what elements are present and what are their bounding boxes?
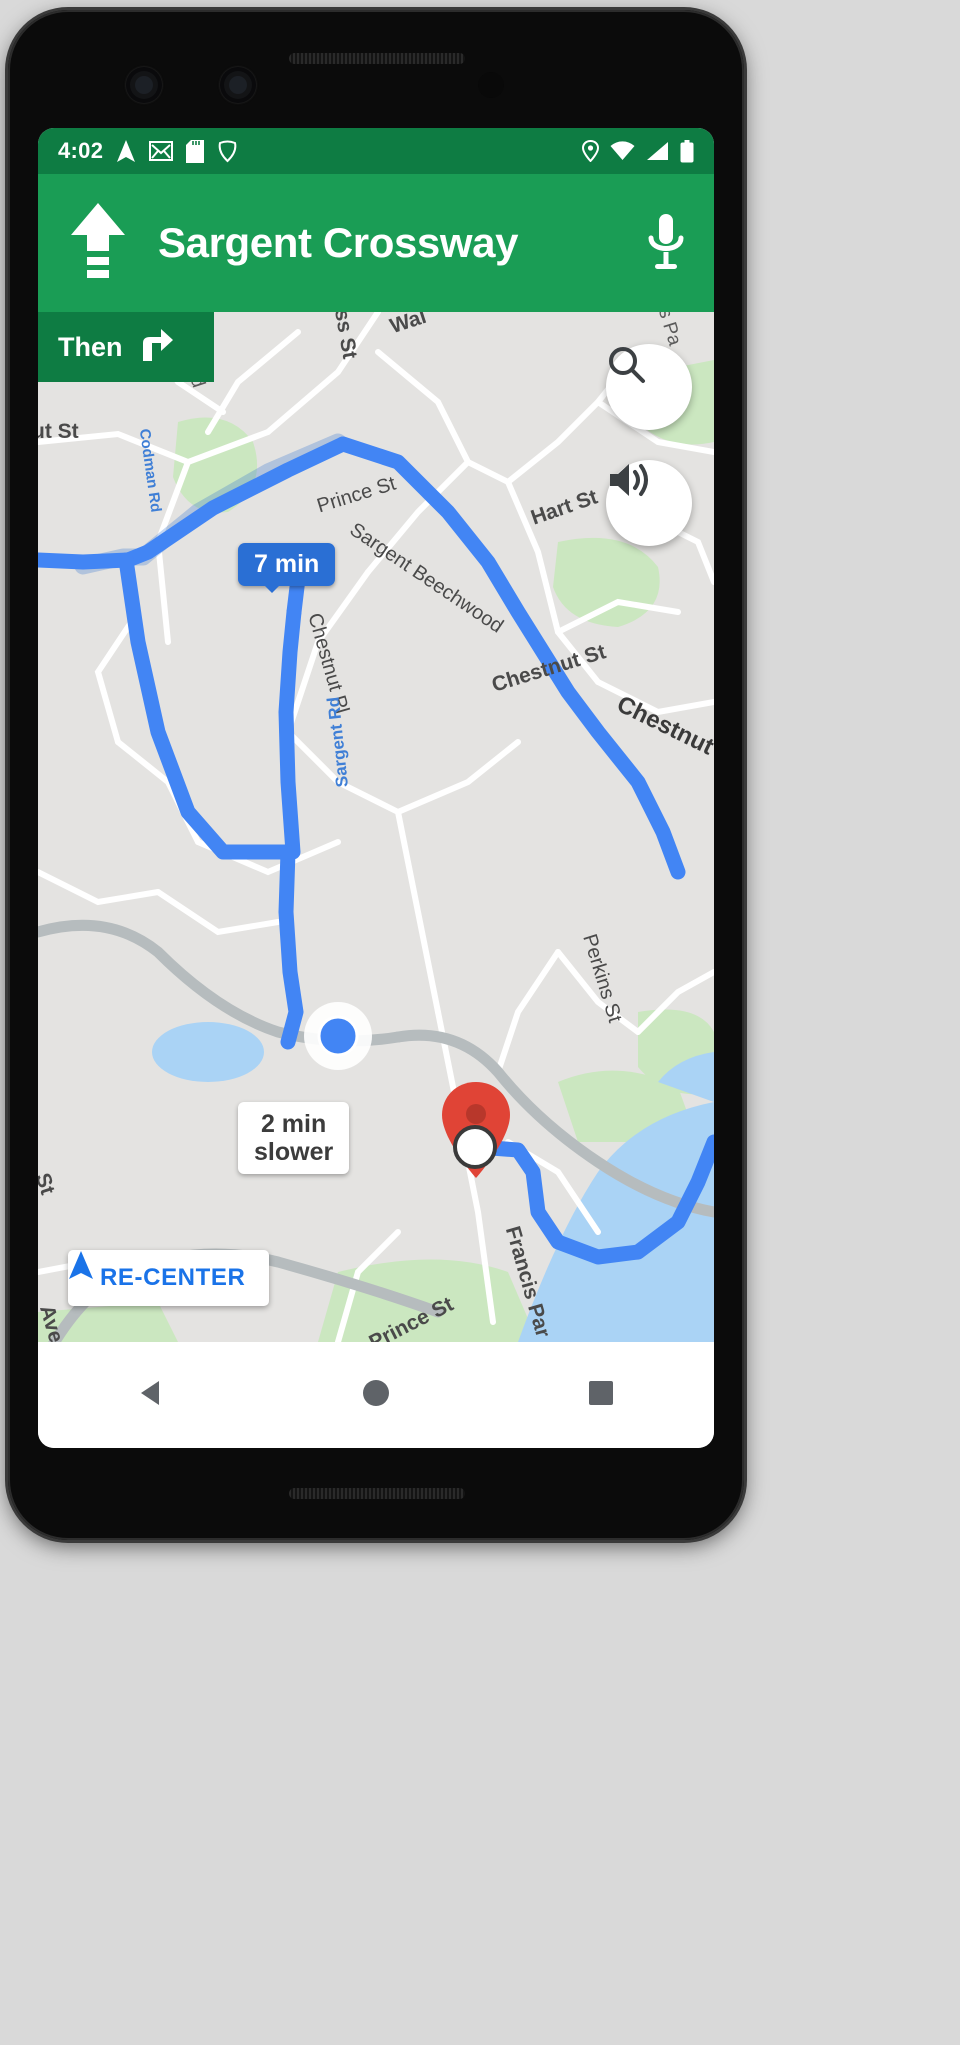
recenter-button[interactable]: RE-CENTER	[68, 1250, 270, 1306]
straight-ahead-arrow-icon	[38, 201, 158, 285]
alt-route-callout-line2: slower	[254, 1138, 334, 1166]
then-label: Then	[58, 331, 123, 362]
signal-icon	[646, 141, 669, 161]
recenter-label: RE-CENTER	[100, 1264, 246, 1291]
shield-icon	[217, 140, 238, 163]
phone-screen: 4:02 Sargent Crossway Wal ss St ut St Co…	[38, 128, 714, 1448]
home-button[interactable]	[316, 1355, 436, 1435]
status-bar-right	[582, 139, 714, 163]
battery-icon	[680, 139, 694, 163]
recents-square-icon	[586, 1378, 616, 1413]
navigation-arrow-icon	[116, 139, 136, 163]
bottom-speaker-grille	[289, 1488, 465, 1499]
sd-card-icon	[186, 139, 205, 163]
back-triangle-icon	[135, 1377, 167, 1414]
front-camera-left	[126, 67, 162, 103]
gmail-icon	[149, 141, 174, 161]
location-icon	[582, 140, 599, 162]
phone-device-frame: 4:02 Sargent Crossway Wal ss St ut St Co…	[8, 10, 744, 1540]
next-street-name: Sargent Crossway	[158, 219, 519, 266]
then-banner: Then	[38, 312, 214, 382]
home-circle-icon	[360, 1377, 392, 1414]
android-navigation-bar	[38, 1342, 714, 1448]
earpiece-speaker-grille	[289, 53, 465, 64]
status-bar-left: 4:02	[38, 138, 238, 164]
map-canvas[interactable]: Wal ss St ut St rd Rd Codman Rd Prince S…	[38, 312, 714, 1342]
recents-button[interactable]	[541, 1355, 661, 1435]
status-bar-clock: 4:02	[58, 138, 104, 163]
status-bar: 4:02	[38, 128, 714, 174]
alt-route-callout[interactable]: 2 min slower	[238, 1102, 350, 1174]
eta-badge[interactable]: 7 min	[238, 543, 336, 593]
alt-route-callout-line1: 2 min	[260, 1110, 327, 1138]
front-flash-sensor	[478, 72, 504, 98]
search-button[interactable]	[606, 344, 692, 430]
back-button[interactable]	[91, 1355, 211, 1435]
microphone-icon[interactable]	[618, 212, 714, 274]
volume-button[interactable]	[606, 460, 692, 546]
front-camera-right	[220, 67, 256, 103]
navigation-header: Sargent Crossway	[38, 174, 714, 312]
wifi-icon	[610, 141, 635, 161]
turn-right-arrow-icon	[135, 325, 175, 370]
